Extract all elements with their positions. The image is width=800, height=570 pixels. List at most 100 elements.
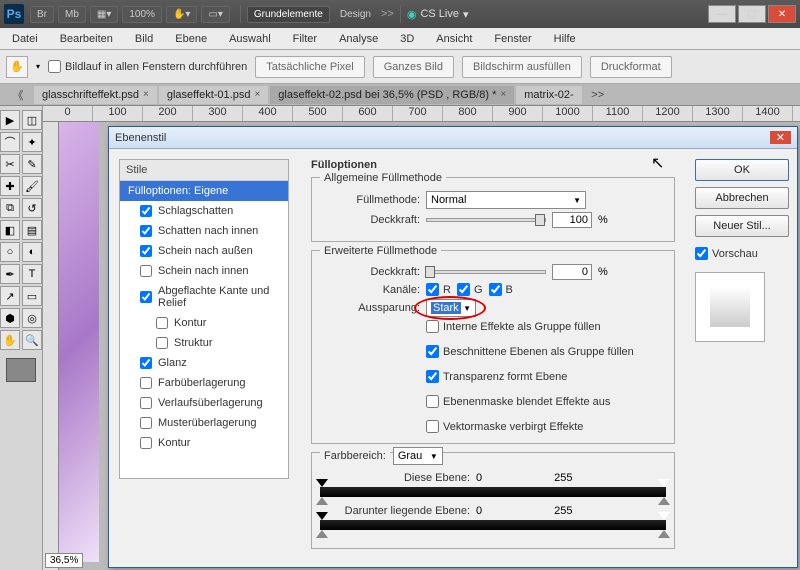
blend-if-select[interactable]: Grau▼ — [393, 447, 443, 465]
style-item-3[interactable]: Schein nach außen — [120, 241, 288, 261]
style-checkbox[interactable] — [140, 205, 152, 217]
opt-internal-effects[interactable]: Interne Effekte als Gruppe füllen — [426, 320, 666, 333]
type-tool[interactable]: T — [22, 264, 42, 284]
blend-mode-select[interactable]: Normal▼ — [426, 191, 586, 209]
workspace-more[interactable]: >> — [381, 8, 394, 20]
menu-analyse[interactable]: Analyse — [335, 31, 382, 47]
style-checkbox[interactable] — [140, 377, 152, 389]
stamp-tool[interactable]: ⧉ — [0, 198, 20, 218]
blur-tool[interactable]: ○ — [0, 242, 20, 262]
menu-bild[interactable]: Bild — [131, 31, 157, 47]
tabs-next[interactable]: >> — [584, 89, 612, 101]
style-checkbox[interactable] — [156, 317, 168, 329]
style-item-11[interactable]: Musterüberlagerung — [120, 413, 288, 433]
minibridge-button[interactable]: Mb — [58, 6, 86, 23]
cslive-button[interactable]: ◉CS Live ▾ — [407, 8, 469, 21]
history-brush[interactable]: ↺ — [22, 198, 42, 218]
opt-clipped-layers[interactable]: Beschnittene Ebenen als Gruppe füllen — [426, 345, 666, 358]
style-checkbox[interactable] — [140, 397, 152, 409]
scroll-all-checkbox[interactable]: Bildlauf in allen Fenstern durchführen — [48, 60, 247, 73]
tab-glaseffekt02[interactable]: glaseffekt-02.psd bei 36,5% (PSD , RGB/8… — [270, 86, 514, 104]
style-item-9[interactable]: Farbüberlagerung — [120, 373, 288, 393]
channel-b-checkbox[interactable]: B — [489, 283, 513, 296]
menu-filter[interactable]: Filter — [289, 31, 321, 47]
preview-checkbox[interactable]: Vorschau — [695, 247, 789, 260]
opt-layer-mask-hides[interactable]: Ebenenmaske blendet Effekte aus — [426, 395, 666, 408]
dodge-tool[interactable]: ◐ — [22, 242, 42, 262]
move-tool[interactable]: ▶ — [0, 110, 20, 130]
close-icon[interactable]: × — [500, 89, 506, 100]
tab-matrix02[interactable]: matrix-02- — [516, 86, 582, 104]
opt-transparency-shapes[interactable]: Transparenz formt Ebene — [426, 370, 666, 383]
screen-mode[interactable]: ▭▾ — [201, 6, 229, 23]
3d-cam-tool[interactable]: ◎ — [22, 308, 42, 328]
style-item-6[interactable]: Kontur — [120, 313, 288, 333]
fit-screen-button[interactable]: Ganzes Bild — [373, 56, 454, 78]
zoom-level[interactable]: 100% — [122, 6, 162, 23]
eraser-tool[interactable]: ◧ — [0, 220, 20, 240]
eyedropper-tool[interactable]: ✎ — [22, 154, 42, 174]
style-item-1[interactable]: Schlagschatten — [120, 201, 288, 221]
crop-tool[interactable]: ✂ — [0, 154, 20, 174]
opacity-slider[interactable] — [426, 218, 546, 222]
cancel-button[interactable]: Abbrechen — [695, 187, 789, 209]
hand-tool-tb[interactable]: ✋▾ — [166, 6, 197, 23]
hand-tool-icon[interactable]: ✋ — [6, 56, 28, 78]
channel-r-checkbox[interactable]: R — [426, 283, 451, 296]
close-icon[interactable]: × — [254, 89, 260, 100]
dialog-close-icon[interactable]: ✕ — [770, 131, 791, 144]
menu-fenster[interactable]: Fenster — [490, 31, 535, 47]
actual-pixels-button[interactable]: Tatsächliche Pixel — [255, 56, 364, 78]
ok-button[interactable]: OK — [695, 159, 789, 181]
bridge-button[interactable]: Br — [30, 6, 54, 23]
dialog-titlebar[interactable]: Ebenenstil ✕ — [109, 127, 797, 149]
menu-datei[interactable]: Datei — [8, 31, 42, 47]
style-item-12[interactable]: Kontur — [120, 433, 288, 453]
style-checkbox[interactable] — [140, 291, 152, 303]
menu-ansicht[interactable]: Ansicht — [432, 31, 476, 47]
style-checkbox[interactable] — [156, 337, 168, 349]
style-checkbox[interactable] — [140, 437, 152, 449]
style-checkbox[interactable] — [140, 417, 152, 429]
canvas-document[interactable] — [59, 122, 99, 562]
maximize-button[interactable]: ▢ — [738, 5, 766, 23]
zoom-tool[interactable]: 🔍 — [22, 330, 42, 350]
wand-tool[interactable]: ✦ — [22, 132, 42, 152]
style-checkbox[interactable] — [140, 225, 152, 237]
path-tool[interactable]: ↗ — [0, 286, 20, 306]
tab-glaseffekt01[interactable]: glaseffekt-01.psd× — [159, 86, 268, 104]
close-button[interactable]: ✕ — [768, 5, 796, 23]
zoom-label[interactable]: 36,5% — [45, 553, 83, 568]
arrange-button[interactable]: ▦▾ — [90, 6, 118, 23]
brush-tool[interactable]: 🖌 — [22, 176, 42, 196]
menu-auswahl[interactable]: Auswahl — [225, 31, 275, 47]
color-swatch[interactable] — [6, 358, 36, 382]
lasso-tool[interactable]: ⌒ — [0, 132, 20, 152]
tab-glasschrift[interactable]: glasschrifteffekt.psd× — [34, 86, 157, 104]
minimize-button[interactable]: — — [708, 5, 736, 23]
style-item-4[interactable]: Schein nach innen — [120, 261, 288, 281]
menu-3d[interactable]: 3D — [396, 31, 418, 47]
style-item-10[interactable]: Verlaufsüberlagerung — [120, 393, 288, 413]
style-item-0[interactable]: Fülloptionen: Eigene — [120, 181, 288, 201]
heal-tool[interactable]: ✚ — [0, 176, 20, 196]
style-checkbox[interactable] — [140, 245, 152, 257]
style-item-5[interactable]: Abgeflachte Kante und Relief — [120, 281, 288, 313]
this-layer-slider[interactable] — [320, 487, 666, 497]
knockout-select[interactable]: Stark▼ — [426, 299, 476, 317]
workspace-grundelemente[interactable]: Grundelemente — [247, 6, 330, 23]
channel-g-checkbox[interactable]: G — [457, 283, 483, 296]
menu-ebene[interactable]: Ebene — [171, 31, 211, 47]
pen-tool[interactable]: ✒ — [0, 264, 20, 284]
menu-bearbeiten[interactable]: Bearbeiten — [56, 31, 117, 47]
new-style-button[interactable]: Neuer Stil... — [695, 215, 789, 237]
print-size-button[interactable]: Druckformat — [590, 56, 672, 78]
menu-hilfe[interactable]: Hilfe — [550, 31, 580, 47]
opt-vector-mask-hides[interactable]: Vektormaske verbirgt Effekte — [426, 420, 666, 433]
under-layer-slider[interactable] — [320, 520, 666, 530]
gradient-tool[interactable]: ▤ — [22, 220, 42, 240]
hand-tool[interactable]: ✋ — [0, 330, 20, 350]
marquee-tool[interactable]: ◫ — [22, 110, 42, 130]
fill-screen-button[interactable]: Bildschirm ausfüllen — [462, 56, 582, 78]
style-item-7[interactable]: Struktur — [120, 333, 288, 353]
